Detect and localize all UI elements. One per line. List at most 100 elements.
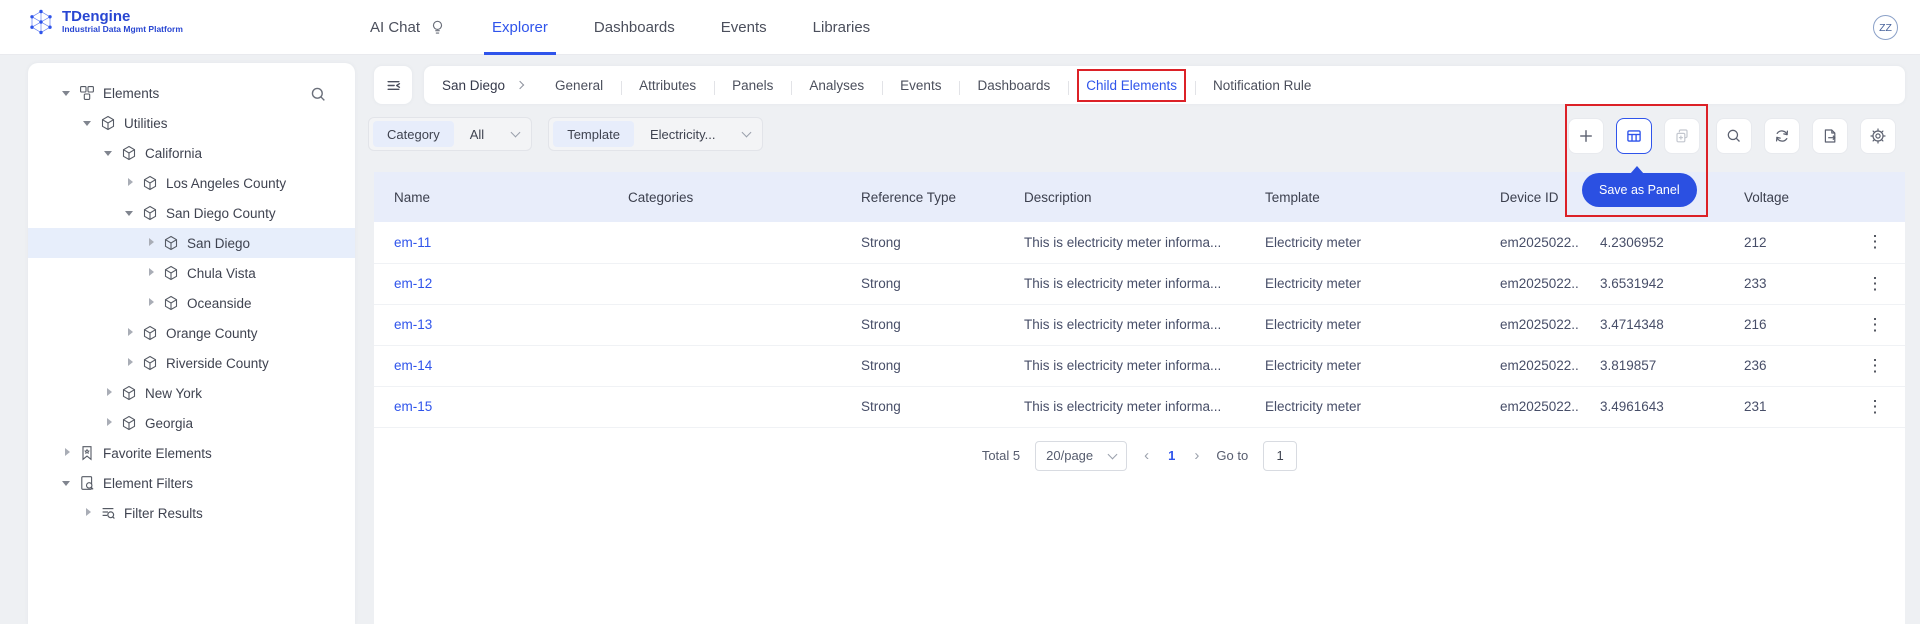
tree-item-elements[interactable]: Elements: [28, 78, 355, 108]
tab-panels[interactable]: Panels: [714, 78, 791, 93]
caret-down-icon[interactable]: [125, 208, 135, 218]
category-filter-dropdown[interactable]: Category All: [368, 117, 532, 151]
tree-item-orange-county[interactable]: Orange County: [28, 318, 355, 348]
row-actions-icon[interactable]: ⋮: [1865, 274, 1885, 294]
cell-reference-type: Strong: [841, 304, 1004, 345]
col-header-name: Name: [374, 172, 608, 222]
tree-item-element-filters[interactable]: Element Filters: [28, 468, 355, 498]
tree-item-new-york[interactable]: New York: [28, 378, 355, 408]
tree-item-filter-results[interactable]: Filter Results: [28, 498, 355, 528]
element-link[interactable]: em-15: [394, 399, 432, 414]
template-filter-dropdown[interactable]: Template Electricity...: [548, 117, 763, 151]
nav-item-libraries[interactable]: Libraries: [813, 0, 871, 55]
element-link[interactable]: em-14: [394, 358, 432, 373]
cell-value: 3.4714348: [1580, 304, 1724, 345]
tab-child-elements[interactable]: Child Elements: [1068, 78, 1195, 93]
caret-down-icon[interactable]: [83, 118, 93, 128]
collapse-sidebar-button[interactable]: [374, 66, 412, 104]
nav-item-label: AI Chat: [370, 19, 420, 36]
cell-value: 3.6531942: [1580, 263, 1724, 304]
copy-add-button: [1664, 118, 1700, 154]
caret-right-icon[interactable]: [125, 178, 135, 188]
refresh-button[interactable]: [1764, 118, 1800, 154]
tree-item-favorite-elements[interactable]: Favorite Elements: [28, 438, 355, 468]
tab-analyses[interactable]: Analyses: [791, 78, 882, 93]
row-actions-icon[interactable]: ⋮: [1865, 232, 1885, 252]
caret-right-icon[interactable]: [146, 298, 156, 308]
tree-item-georgia[interactable]: Georgia: [28, 408, 355, 438]
caret-right-icon[interactable]: [146, 268, 156, 278]
table-row: em-15 Strong This is electricity meter i…: [374, 386, 1905, 427]
cell-template: Electricity meter: [1245, 304, 1480, 345]
caret-right-icon[interactable]: [104, 388, 114, 398]
tree-item-label: Elements: [103, 86, 159, 101]
sidebar-search-icon[interactable]: [310, 86, 327, 103]
nav-item-events[interactable]: Events: [721, 0, 767, 55]
nav-item-dashboards[interactable]: Dashboards: [594, 0, 675, 55]
cell-value: 4.2306952: [1580, 222, 1724, 263]
caret-down-icon[interactable]: [62, 88, 72, 98]
pagination: Total 5 20/page ‹ 1 › Go to: [374, 441, 1905, 471]
nav-item-ai-chat[interactable]: AI Chat: [370, 0, 446, 55]
tree-item-oceanside[interactable]: Oceanside: [28, 288, 355, 318]
cell-device-id: em2025022...: [1480, 345, 1580, 386]
row-actions-icon[interactable]: ⋮: [1865, 315, 1885, 335]
col-header-device-id: Device ID: [1480, 172, 1580, 222]
tab-dashboards[interactable]: Dashboards: [959, 78, 1068, 93]
current-page[interactable]: 1: [1166, 448, 1177, 463]
page-size-value: 20/page: [1046, 448, 1093, 463]
breadcrumb[interactable]: San Diego: [442, 78, 505, 93]
user-avatar[interactable]: ZZ: [1873, 15, 1898, 40]
bulb-icon: [429, 19, 446, 36]
tab-attributes[interactable]: Attributes: [621, 78, 714, 93]
tree-item-label: Georgia: [145, 416, 193, 431]
col-header-categories: Categories: [608, 172, 841, 222]
tree-item-san-diego[interactable]: San Diego: [28, 228, 355, 258]
tree-item-san-diego-county[interactable]: San Diego County: [28, 198, 355, 228]
element-link[interactable]: em-13: [394, 317, 432, 332]
cell-value: 3.819857: [1580, 345, 1724, 386]
tab-general[interactable]: General: [537, 78, 621, 93]
cell-description: This is electricity meter informa...: [1004, 263, 1245, 304]
table-search-button[interactable]: [1716, 118, 1752, 154]
goto-page-input[interactable]: [1263, 441, 1297, 471]
tree-item-label: Filter Results: [124, 506, 203, 521]
tree-item-utilities[interactable]: Utilities: [28, 108, 355, 138]
export-button[interactable]: [1812, 118, 1848, 154]
tree-item-label: Los Angeles County: [166, 176, 286, 191]
tab-events[interactable]: Events: [882, 78, 959, 93]
table-settings-button[interactable]: [1860, 118, 1896, 154]
tree-item-chula-vista[interactable]: Chula Vista: [28, 258, 355, 288]
tree-item-label: San Diego: [187, 236, 250, 251]
next-page-button[interactable]: ›: [1192, 447, 1201, 464]
tree-item-california[interactable]: California: [28, 138, 355, 168]
caret-right-icon[interactable]: [62, 448, 72, 458]
brand-logo[interactable]: TDengine Industrial Data Mgmt Platform: [28, 8, 183, 35]
nav-item-explorer[interactable]: Explorer: [492, 0, 548, 55]
add-child-element-button[interactable]: [1568, 118, 1604, 154]
caret-right-icon[interactable]: [83, 508, 93, 518]
col-header-actions: [1845, 172, 1905, 222]
caret-right-icon[interactable]: [125, 328, 135, 338]
cell-categories: [608, 263, 841, 304]
cell-voltage: 231: [1724, 386, 1845, 427]
tree-item-los-angeles-county[interactable]: Los Angeles County: [28, 168, 355, 198]
tab-notification-rule[interactable]: Notification Rule: [1195, 78, 1329, 93]
caret-right-icon[interactable]: [146, 238, 156, 248]
element-link[interactable]: em-12: [394, 276, 432, 291]
chevron-down-icon: [742, 128, 752, 138]
caret-right-icon[interactable]: [125, 358, 135, 368]
cell-template: Electricity meter: [1245, 345, 1480, 386]
prev-page-button[interactable]: ‹: [1142, 447, 1151, 464]
caret-right-icon[interactable]: [104, 418, 114, 428]
caret-down-icon[interactable]: [62, 478, 72, 488]
row-actions-icon[interactable]: ⋮: [1865, 356, 1885, 376]
col-header-reference-type: Reference Type: [841, 172, 1004, 222]
page-size-dropdown[interactable]: 20/page: [1035, 441, 1127, 471]
tree-item-riverside-county[interactable]: Riverside County: [28, 348, 355, 378]
cube-icon: [121, 145, 137, 161]
element-link[interactable]: em-11: [394, 235, 431, 250]
row-actions-icon[interactable]: ⋮: [1865, 397, 1885, 417]
save-as-panel-button[interactable]: [1616, 118, 1652, 154]
caret-down-icon[interactable]: [104, 148, 114, 158]
